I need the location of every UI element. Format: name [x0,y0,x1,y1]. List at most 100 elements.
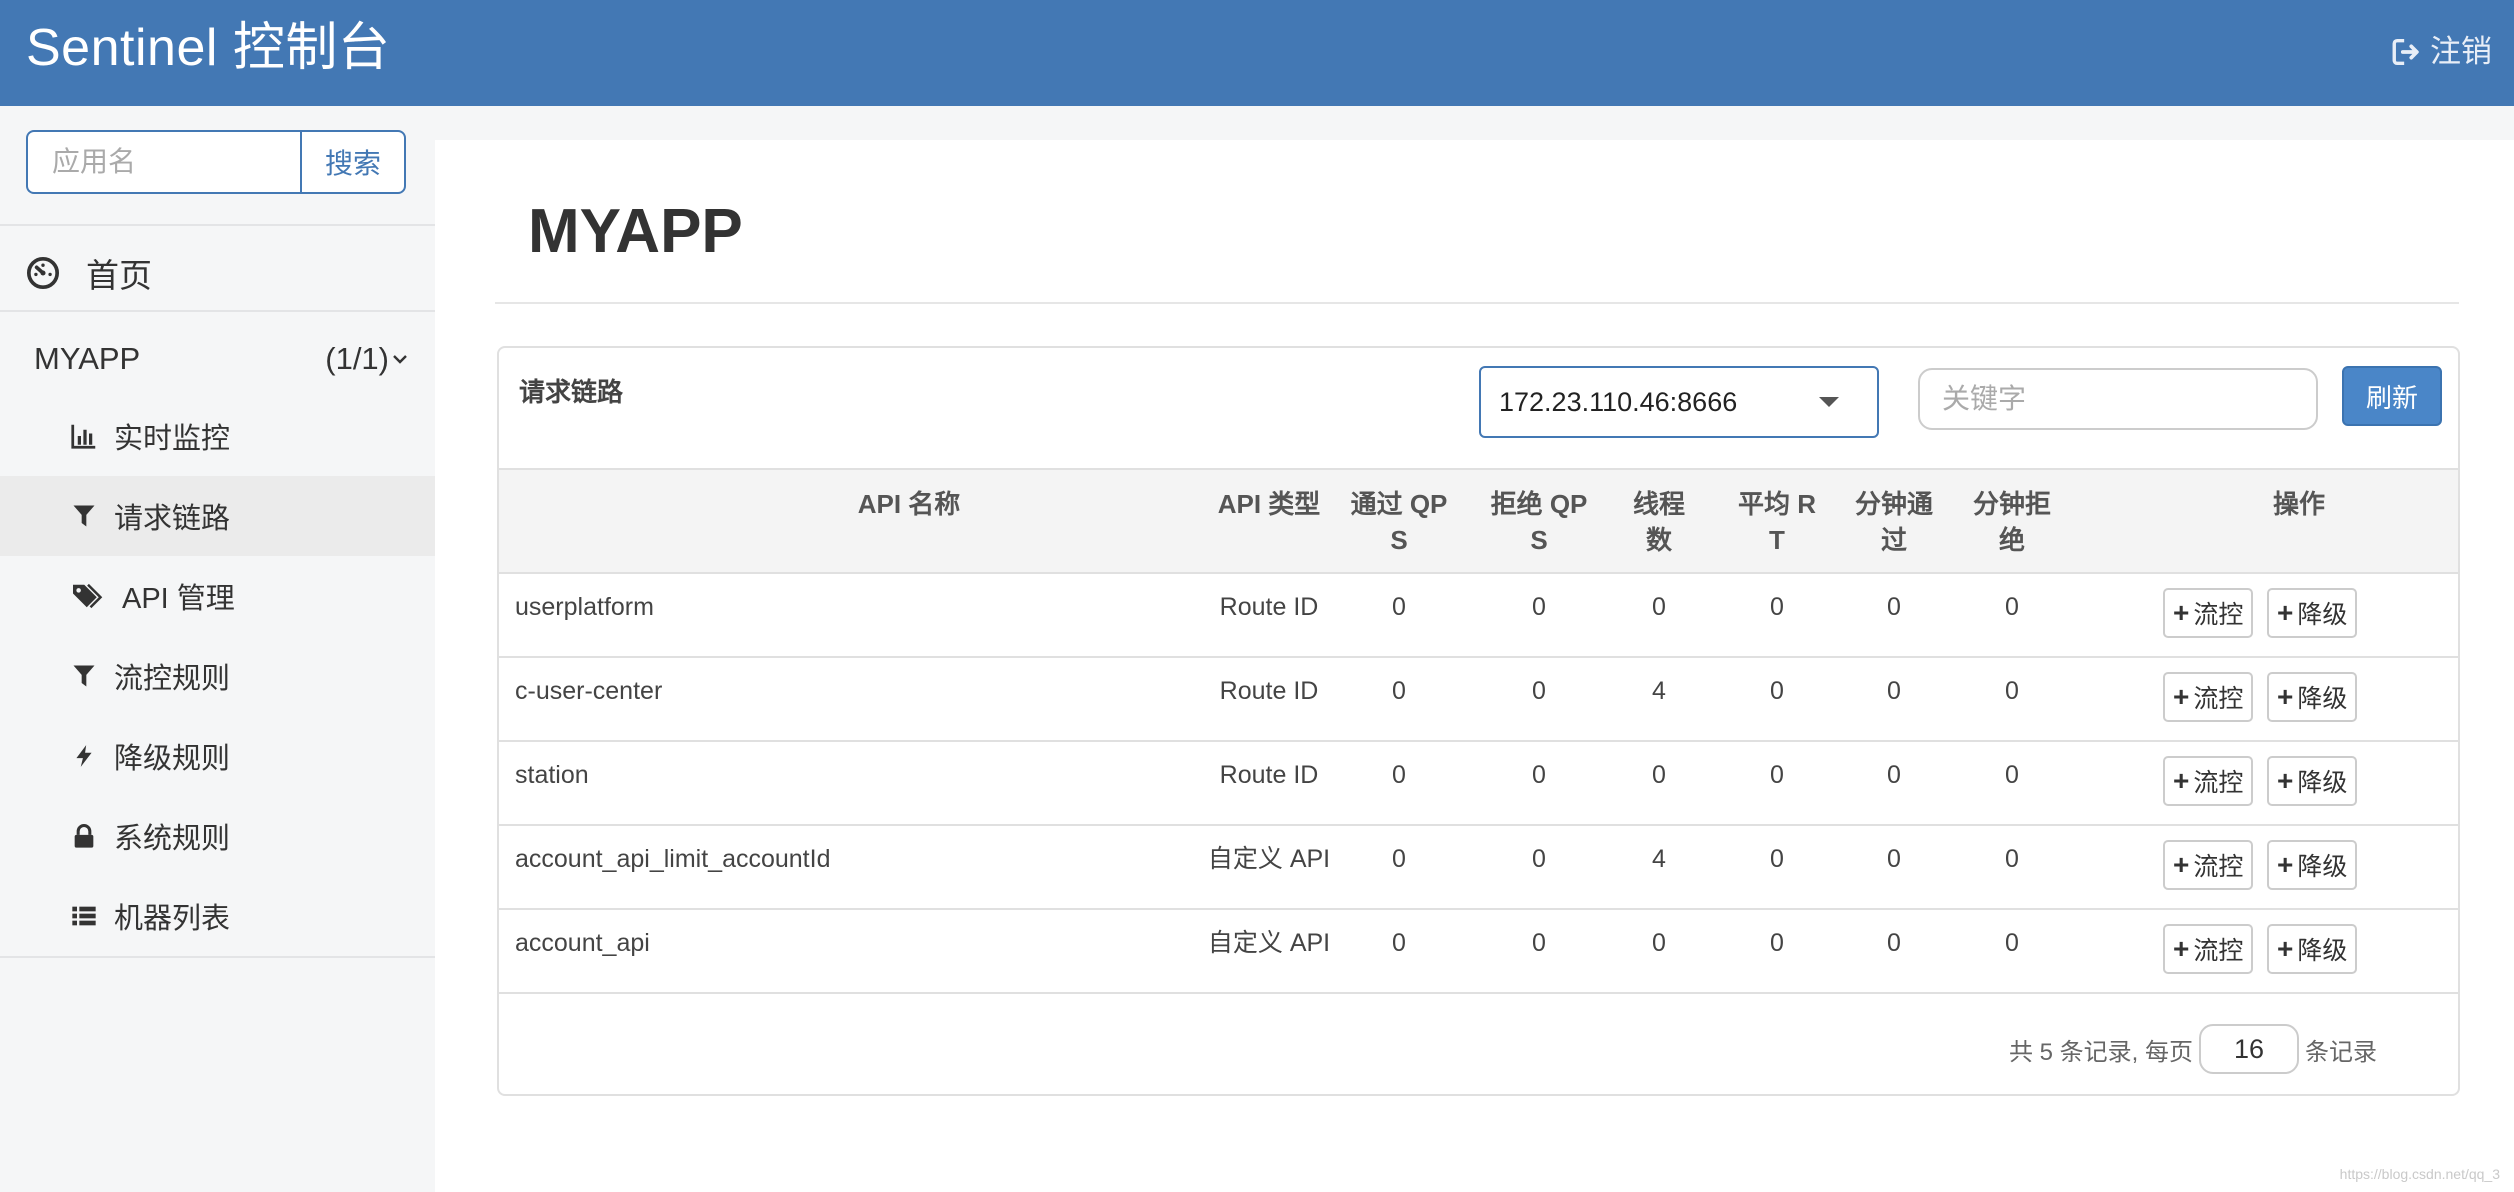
cell-pass-qps: 0 [1392,929,1406,957]
cell-api-name: account_api_limit_accountId [515,845,831,873]
cell-threads: 0 [1652,593,1666,621]
degrade-button[interactable]: + 降级 [2267,672,2358,722]
degrade-button[interactable]: + 降级 [2267,924,2358,974]
sidebar-item-label: 降级规则 [114,743,231,775]
panel-title: 请求链路 [519,377,624,407]
sidebar-item-api-management[interactable]: API 管理 [0,556,435,636]
table-row: account_api 自定义 API 0 0 0 0 0 0 + 流控 + 降级 [499,910,2458,994]
tags-icon [68,580,108,612]
flow-control-button[interactable]: + 流控 [2163,924,2254,974]
brand-title[interactable]: Sentinel 控制台 [26,16,390,80]
flow-control-button-label: 流控 [2193,853,2244,881]
cell-minute-block: 0 [2005,845,2019,873]
column-header-minute-block[interactable]: 分钟拒 绝 [1952,486,2072,558]
degrade-button[interactable]: + 降级 [2267,588,2358,638]
pagination: 共 5 条记录, 每页 条记录 [2009,1024,2377,1074]
cell-pass-qps: 0 [1392,593,1406,621]
sign-out-icon [2392,38,2419,66]
sidebar: 搜索 首页 MYAPP (1/1) 实时监控 请求链路 A [0,106,435,1192]
cell-api-type: Route ID [1219,593,1319,621]
degrade-button[interactable]: + 降级 [2267,840,2358,890]
flow-control-button[interactable]: + 流控 [2163,840,2254,890]
pager-suffix: 条记录 [2305,1038,2378,1066]
cell-threads: 4 [1652,845,1666,873]
flow-control-button[interactable]: + 流控 [2163,672,2254,722]
sidebar-item-degrade-rules[interactable]: 降级规则 [0,716,435,796]
cell-block-qps: 0 [1532,677,1546,705]
cell-block-qps: 0 [1532,929,1546,957]
column-header-api-name[interactable]: API 名称 [699,486,1119,522]
watermark: https://blog.csdn.net/qq_3 [2339,1166,2500,1182]
cell-avg-rt: 0 [1770,593,1784,621]
cell-minute-block: 0 [2005,677,2019,705]
cell-api-name: account_api [515,929,650,957]
plus-icon: + [2277,765,2294,796]
table-row: station Route ID 0 0 0 0 0 0 + 流控 + 降级 [499,742,2458,826]
column-header-actions: 操作 [2272,489,2325,519]
cell-threads: 0 [1652,761,1666,789]
table-row: c-user-center Route ID 0 0 4 0 0 0 + 流控 + 降级 [499,658,2458,742]
page-title: MYAPP [528,197,743,266]
cell-threads: 4 [1652,677,1666,705]
cell-avg-rt: 0 [1770,677,1784,705]
pager-prefix: 共 5 条记录, 每页 [2009,1038,2194,1066]
column-header-api-type[interactable]: API 类型 [1179,486,1359,522]
column-header-threads[interactable]: 线程 数 [1609,486,1709,558]
keyword-search-input[interactable] [1918,368,2318,430]
plus-icon: + [2173,681,2190,712]
sidebar-item-realtime-monitor[interactable]: 实时监控 [0,396,435,476]
sidebar-item-label: 请求链路 [114,503,231,535]
sidebar-divider [0,956,435,958]
column-header-avg-rt[interactable]: 平均 R T [1712,486,1842,558]
app-search: 搜索 [26,130,406,194]
sidebar-item-machine-list[interactable]: 机器列表 [0,876,435,956]
cell-api-type: 自定义 API [1207,845,1331,873]
cell-minute-pass: 0 [1887,929,1901,957]
degrade-button[interactable]: + 降级 [2267,756,2358,806]
chevron-down-icon [393,355,407,364]
sidebar-item-request-chain[interactable]: 请求链路 [0,476,435,556]
filter-icon [68,660,100,692]
sidebar-app-myapp[interactable]: MYAPP (1/1) [0,316,435,402]
sidebar-item-home[interactable]: 首页 [0,230,435,316]
column-header-minute-pass[interactable]: 分钟通 过 [1834,486,1954,558]
cell-api-type: Route ID [1219,677,1319,705]
title-divider [495,302,2459,304]
sidebar-item-label: 流控规则 [114,663,231,695]
app-search-input[interactable] [26,130,300,194]
logout-label: 注销 [2430,34,2492,69]
page-size-input[interactable] [2199,1024,2300,1074]
machine-select[interactable]: 172.23.110.46:8666 [1479,366,1879,438]
column-header-block-qps[interactable]: 拒绝 QP S [1474,486,1604,558]
app-search-button[interactable]: 搜索 [300,130,406,194]
lock-icon [68,820,100,852]
column-header-pass-qps[interactable]: 通过 QP S [1334,486,1464,558]
plus-icon: + [2277,933,2294,964]
flow-control-button[interactable]: + 流控 [2163,588,2254,638]
degrade-button-label: 降级 [2297,601,2348,629]
caret-down-icon [1819,397,1839,407]
cell-minute-pass: 0 [1887,761,1901,789]
app-machine-count: (1/1) [325,341,409,377]
cell-pass-qps: 0 [1392,761,1406,789]
sidebar-item-system-rules[interactable]: 系统规则 [0,796,435,876]
sidebar-item-flow-rules[interactable]: 流控规则 [0,636,435,716]
sidebar-item-label: 系统规则 [114,823,231,855]
cell-pass-qps: 0 [1392,677,1406,705]
request-chain-panel: 请求链路 172.23.110.46:8666 刷新 API 名称 API 类型… [497,346,2460,1096]
plus-icon: + [2277,681,2294,712]
logout-button[interactable]: 注销 [2390,32,2492,72]
cell-minute-pass: 0 [1887,845,1901,873]
flash-icon [68,740,100,772]
cell-avg-rt: 0 [1770,929,1784,957]
cell-minute-pass: 0 [1887,593,1901,621]
flow-control-button-label: 流控 [2193,685,2244,713]
table-header: API 名称 API 类型 通过 QP S 拒绝 QP S 线程 数 平均 R … [499,468,2458,574]
flow-control-button[interactable]: + 流控 [2163,756,2254,806]
refresh-button[interactable]: 刷新 [2342,366,2442,426]
table-row: account_api_limit_accountId 自定义 API 0 0 4 0 0 0… [499,826,2458,910]
cell-minute-pass: 0 [1887,677,1901,705]
plus-icon: + [2173,765,2190,796]
flow-control-button-label: 流控 [2193,769,2244,797]
degrade-button-label: 降级 [2297,685,2348,713]
